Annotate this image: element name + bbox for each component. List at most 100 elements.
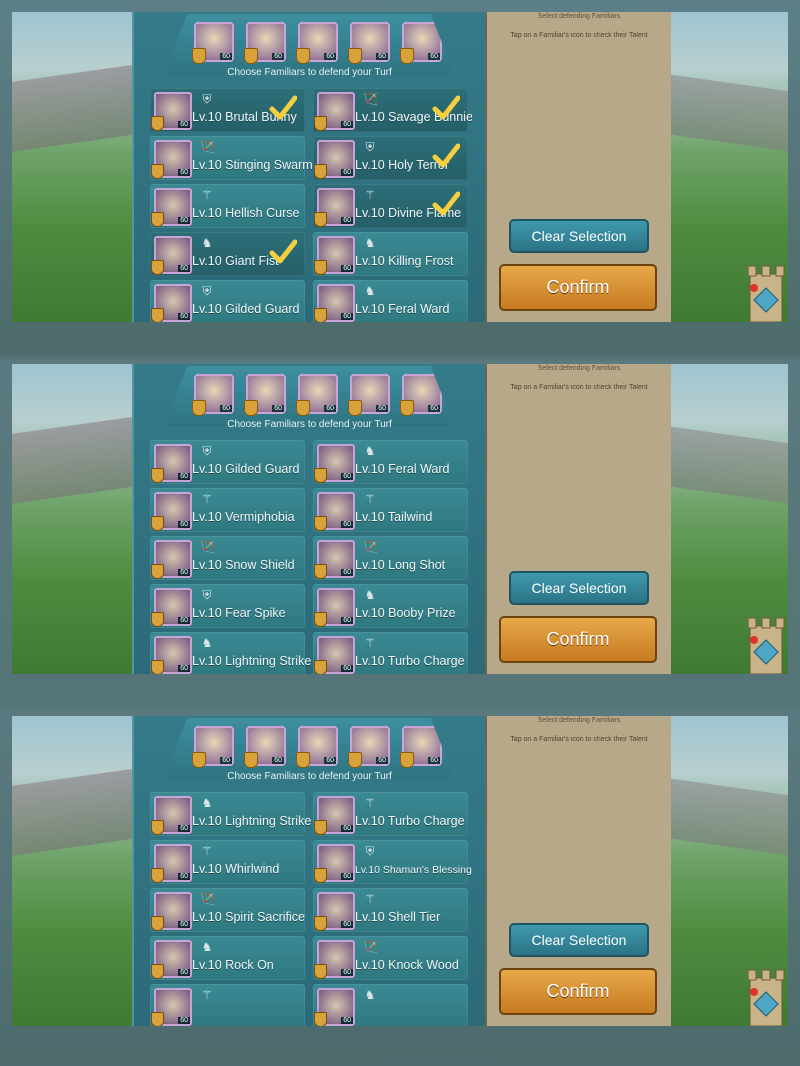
familiar-cell[interactable]: 60 ♞ Lv.10 Lightning Strike [150, 792, 311, 836]
familiar-cell[interactable]: 60 ⛨ Lv.10 Gilded Guard [150, 440, 305, 484]
familiar-portrait[interactable]: 60 [314, 796, 355, 835]
familiar-portrait[interactable]: 60 [314, 284, 355, 322]
staff-icon: ⚚ [201, 492, 213, 506]
familiar-cell[interactable]: 60 ⚚ Lv.10 Vermiphobia [150, 488, 305, 532]
familiar-cell[interactable]: 60 ⛨ Lv.10 Gilded Guard [150, 280, 305, 322]
familiar-portrait[interactable]: 60 [151, 636, 192, 674]
selected-slot[interactable]: 60 [192, 726, 234, 768]
familiar-portrait[interactable]: 60 [151, 140, 192, 179]
familiar-cell[interactable]: 60 ⛨ Lv.10 Fear Spike [150, 584, 305, 628]
familiar-portrait[interactable]: 60 [151, 892, 192, 931]
clear-selection-button[interactable]: Clear Selection [509, 923, 649, 957]
familiar-cell[interactable]: 60 🏹 Lv.10 Spirit Sacrifice [150, 888, 305, 932]
familiar-cell[interactable]: 60 ⚚ Lv.10 Divine Flame [313, 184, 468, 228]
selected-slot[interactable]: 60 [348, 374, 390, 416]
selected-slot[interactable]: 60 [296, 374, 338, 416]
familiar-cell[interactable]: 60 ♞ Lv.10 Killing Frost [313, 232, 468, 276]
selected-slot[interactable]: 60 [192, 22, 234, 64]
confirm-button[interactable]: Confirm [499, 264, 657, 311]
familiar-cell[interactable]: 60 🏹 Lv.10 Long Shot [313, 536, 468, 580]
familiar-portrait[interactable]: 60 [151, 492, 192, 531]
familiar-cell[interactable]: 60 ♞ Lv.10 Lightning Strike [150, 632, 311, 674]
familiar-cell[interactable]: 60 🏹 Lv.10 Knock Wood [313, 936, 468, 980]
familiar-cell[interactable]: 60 🏹 Lv.10 Savage Bunnie [313, 88, 472, 132]
confirm-button[interactable]: Confirm [499, 616, 657, 663]
familiar-portrait[interactable]: 60 [314, 540, 355, 579]
familiar-portrait[interactable]: 60 [151, 284, 192, 322]
selected-slot[interactable]: 60 [348, 726, 390, 768]
familiar-portrait[interactable]: 60 [314, 188, 355, 227]
selected-slot[interactable]: 60 [244, 374, 286, 416]
selected-slot[interactable]: 60 [244, 726, 286, 768]
familiar-cell[interactable]: 60 ⚚ [150, 984, 305, 1026]
familiar-grid[interactable]: 60 ⛨ Lv.10 Brutal Bunny 60 🏹 Lv.10 Savage Bun… [150, 88, 472, 322]
familiar-portrait[interactable]: 60 [151, 940, 192, 979]
rank-badge-icon [151, 260, 164, 275]
familiar-portrait[interactable]: 60 [314, 588, 355, 627]
familiar-name: Lv.10 Lightning Strike [192, 814, 312, 828]
selected-familiars-bar: 60 60 60 60 60 [164, 366, 454, 426]
familiar-portrait[interactable]: 60 [151, 796, 192, 835]
familiar-portrait[interactable]: 60 [151, 444, 192, 483]
familiar-portrait[interactable]: 60 [314, 988, 355, 1026]
familiar-cell[interactable]: 60 ⚚ Lv.10 Turbo Charge [313, 632, 468, 674]
familiar-portrait[interactable]: 60 [314, 892, 355, 931]
familiar-cell[interactable]: 60 ⛨ Lv.10 Brutal Bunny [150, 88, 305, 132]
bow-icon: 🏹 [363, 940, 378, 954]
selected-slot[interactable]: 60 [296, 22, 338, 64]
rank-badge-icon [314, 260, 327, 275]
familiar-cell[interactable]: 60 ♞ Lv.10 Feral Ward [313, 440, 468, 484]
selected-slot[interactable]: 60 [348, 22, 390, 64]
familiar-portrait[interactable]: 60 [314, 844, 355, 883]
familiar-cell[interactable]: 60 ⚚ Lv.10 Turbo Charge [313, 792, 468, 836]
rank-badge-icon [314, 820, 327, 835]
familiar-portrait[interactable]: 60 [314, 444, 355, 483]
selected-slot[interactable]: 60 [296, 726, 338, 768]
familiar-cell[interactable]: 60 🏹 Lv.10 Snow Shield [150, 536, 305, 580]
familiar-portrait[interactable]: 60 [314, 940, 355, 979]
confirm-button[interactable]: Confirm [499, 968, 657, 1015]
selected-slot[interactable]: 60 [192, 374, 234, 416]
familiar-portrait[interactable]: 60 [314, 492, 355, 531]
familiar-portrait[interactable]: 60 [151, 988, 192, 1026]
clear-selection-button[interactable]: Clear Selection [509, 219, 649, 253]
familiar-grid[interactable]: 60 ⛨ Lv.10 Gilded Guard 60 ♞ Lv.10 Feral Ward… [150, 440, 472, 674]
horse-icon: ♞ [364, 588, 376, 602]
clear-selection-button[interactable]: Clear Selection [509, 571, 649, 605]
familiar-cell[interactable]: 60 ♞ [313, 984, 468, 1026]
selected-slot[interactable]: 60 [400, 22, 442, 64]
familiar-portrait[interactable]: 60 [314, 636, 355, 674]
turf-tower-icon[interactable] [744, 964, 788, 1026]
familiar-cell[interactable]: 60 ♞ Lv.10 Giant Fist [150, 232, 305, 276]
familiar-cell[interactable]: 60 ♞ Lv.10 Booby Prize [313, 584, 468, 628]
familiar-cell[interactable]: 60 🏹 Lv.10 Stinging Swarm [150, 136, 313, 180]
selected-slot[interactable]: 60 [400, 726, 442, 768]
familiar-cell[interactable]: 60 ⛨ Lv.10 Holy Terror [313, 136, 468, 180]
selected-slot[interactable]: 60 [400, 374, 442, 416]
rank-badge-icon [151, 308, 164, 322]
familiar-portrait[interactable]: 60 [151, 588, 192, 627]
familiar-name: Lv.10 Turbo Charge [355, 654, 465, 668]
turf-tower-icon[interactable] [744, 612, 788, 674]
familiar-cell[interactable]: 60 ⚚ Lv.10 Shell Tier [313, 888, 468, 932]
staff-icon: ⚚ [364, 892, 376, 906]
familiar-grid[interactable]: 60 ♞ Lv.10 Lightning Strike 60 ⚚ Lv.10 Turbo … [150, 792, 472, 1026]
familiar-cell[interactable]: 60 ♞ Lv.10 Feral Ward [313, 280, 468, 322]
familiar-cell[interactable]: 60 ⚚ Lv.10 Tailwind [313, 488, 468, 532]
familiar-portrait[interactable]: 60 [151, 236, 192, 275]
familiar-portrait[interactable]: 60 [151, 540, 192, 579]
familiar-portrait[interactable]: 60 [314, 140, 355, 179]
selected-slot[interactable]: 60 [244, 22, 286, 64]
turf-tower-icon[interactable] [744, 260, 788, 322]
familiar-cell[interactable]: 60 ⚚ Lv.10 Hellish Curse [150, 184, 305, 228]
familiar-portrait[interactable]: 60 [314, 236, 355, 275]
familiar-portrait[interactable]: 60 [314, 92, 355, 131]
rank-badge-icon [314, 308, 327, 322]
familiar-portrait[interactable]: 60 [151, 92, 192, 131]
rank-badge-icon [151, 564, 164, 579]
familiar-portrait[interactable]: 60 [151, 188, 192, 227]
familiar-cell[interactable]: 60 ♞ Lv.10 Rock On [150, 936, 305, 980]
familiar-cell[interactable]: 60 ⚚ Lv.10 Whirlwind [150, 840, 305, 884]
familiar-portrait[interactable]: 60 [151, 844, 192, 883]
familiar-cell[interactable]: 60 ⛨ Lv.10 Shaman's Blessing [313, 840, 472, 884]
